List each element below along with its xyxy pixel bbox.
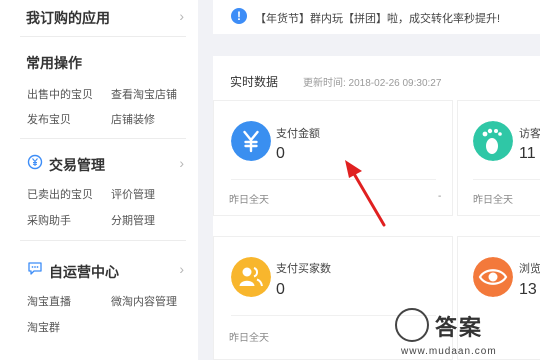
watermark-url: www.mudaan.com xyxy=(401,346,497,357)
watermark-logo: 答案 www.mudaan.com xyxy=(393,308,540,360)
watermark-name: 答案 xyxy=(435,315,484,340)
watermark-circle xyxy=(395,308,429,342)
annotation-arrow xyxy=(345,160,386,227)
